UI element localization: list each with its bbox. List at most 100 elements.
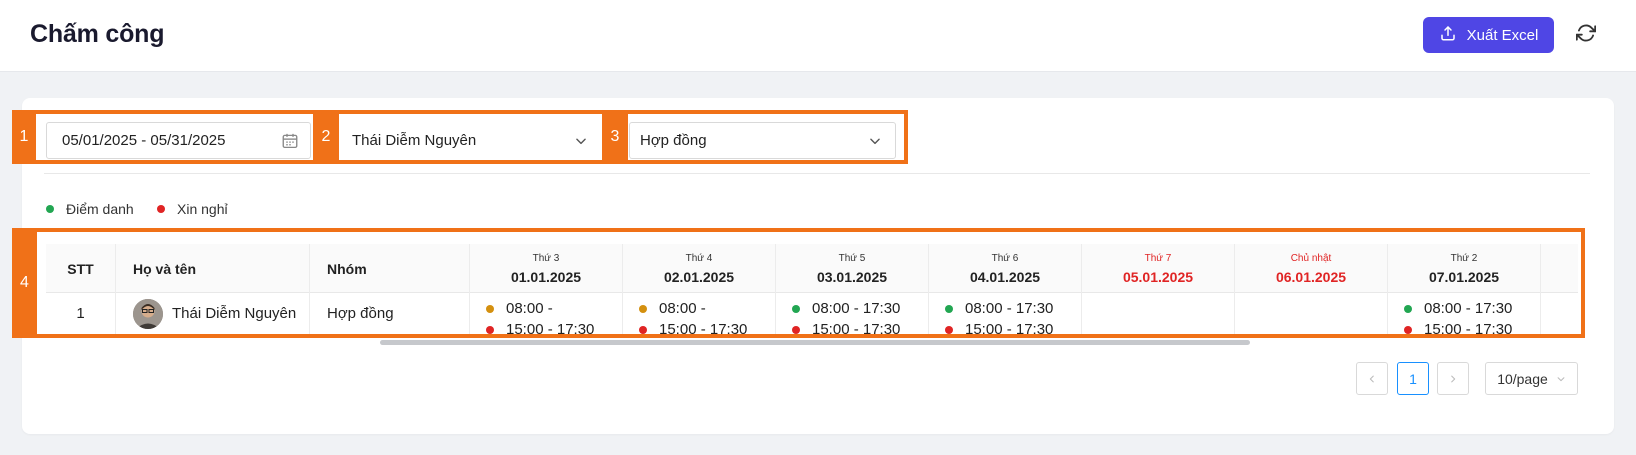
group-select[interactable]: Hợp đồng bbox=[629, 122, 896, 159]
date-label: 03.01.2025 bbox=[816, 268, 888, 285]
cell-day: 08:00 - 17:30 15:00 - 17:30 bbox=[929, 293, 1082, 334]
page-title: Chấm công bbox=[30, 20, 165, 48]
time-entry-text: 08:00 - bbox=[659, 300, 706, 317]
legend-label: Xin nghỉ bbox=[177, 201, 228, 217]
time-entry-text: 15:00 - 17:30 bbox=[965, 321, 1054, 334]
day-of-week-label: Thứ 3 bbox=[532, 252, 560, 264]
time-entry: 15:00 - 17:30 bbox=[1404, 319, 1540, 334]
cell-day bbox=[1082, 293, 1235, 334]
chevron-left-icon bbox=[1367, 371, 1377, 387]
column-header-day: Chủ nhật 06.01.2025 bbox=[1235, 244, 1388, 293]
time-entry: 08:00 - bbox=[639, 298, 775, 319]
date-label: 05.01.2025 bbox=[1122, 268, 1194, 285]
status-dot-icon bbox=[792, 304, 800, 313]
column-header-stt: STT bbox=[46, 244, 116, 293]
column-header-day: Thứ 4 02.01.2025 bbox=[623, 244, 776, 293]
status-dot-icon bbox=[1404, 325, 1412, 334]
column-header-day: Thứ 7 05.01.2025 bbox=[1082, 244, 1235, 293]
legend-item-attendance: Điểm danh bbox=[46, 201, 134, 217]
annotation-label-4: 4 bbox=[12, 228, 37, 338]
status-dot-icon bbox=[945, 304, 953, 313]
day-of-week-label: Chủ nhật bbox=[1290, 252, 1332, 264]
refresh-button[interactable] bbox=[1574, 23, 1598, 47]
page-size-select[interactable]: 10/page bbox=[1485, 362, 1578, 395]
column-header-day: Thứ 2 07.01.2025 bbox=[1388, 244, 1541, 293]
chevron-down-icon bbox=[1556, 371, 1566, 387]
legend-item-leave: Xin nghỉ bbox=[157, 201, 228, 217]
pagination-next-button[interactable] bbox=[1437, 362, 1469, 395]
cell-day: 08:00 - 15:00 - 17:30 bbox=[470, 293, 623, 334]
time-entry-text: 15:00 - 17:30 bbox=[506, 321, 595, 334]
cell-day bbox=[1235, 293, 1388, 334]
status-dot-icon bbox=[486, 325, 494, 334]
export-excel-label: Xuất Excel bbox=[1466, 26, 1539, 44]
table-header: STT Họ và tên Nhóm Thứ 3 01.01.2025 Thứ 4 0… bbox=[46, 244, 1578, 293]
time-entry: 15:00 - 17:30 bbox=[792, 319, 928, 334]
chevron-down-icon bbox=[855, 134, 895, 148]
column-header-day: Thứ 6 04.01.2025 bbox=[929, 244, 1082, 293]
time-entry-text: 08:00 - 17:30 bbox=[965, 300, 1054, 317]
column-header-group: Nhóm bbox=[310, 244, 470, 293]
green-dot-icon bbox=[46, 205, 54, 213]
time-entry: 15:00 - 17:30 bbox=[486, 319, 622, 334]
page-size-value: 10/page bbox=[1497, 370, 1548, 387]
date-label: 04.01.2025 bbox=[969, 268, 1041, 285]
date-label: 02.01.2025 bbox=[663, 268, 735, 285]
annotation-label-1: 1 bbox=[12, 110, 36, 164]
column-header-day: Thứ 5 03.01.2025 bbox=[776, 244, 929, 293]
time-entry-text: 08:00 - 17:30 bbox=[812, 300, 901, 317]
date-label: 06.01.2025 bbox=[1275, 268, 1347, 285]
chevron-down-icon bbox=[561, 134, 601, 148]
divider bbox=[44, 173, 1590, 174]
column-header-name: Họ và tên bbox=[116, 244, 310, 293]
day-of-week-label: Thứ 7 bbox=[1144, 252, 1172, 264]
time-entry-text: 15:00 - 17:30 bbox=[659, 321, 748, 334]
pagination-page-1[interactable]: 1 bbox=[1397, 362, 1429, 395]
date-range-value: 05/01/2025 - 05/31/2025 bbox=[62, 132, 226, 149]
annotation-label-3: 3 bbox=[602, 110, 628, 164]
date-range-picker[interactable]: 05/01/2025 - 05/31/2025 bbox=[46, 122, 311, 159]
employee-select[interactable]: Thái Diễm Nguyên bbox=[339, 122, 602, 159]
time-entry: 08:00 - bbox=[486, 298, 622, 319]
export-excel-button[interactable]: Xuất Excel bbox=[1423, 17, 1554, 53]
top-bar: Chấm công Xuất Excel bbox=[0, 0, 1636, 72]
refresh-icon bbox=[1575, 23, 1597, 48]
day-of-week-label: Thứ 5 bbox=[838, 252, 866, 264]
date-label: 07.01.2025 bbox=[1428, 268, 1500, 285]
cell-name: Thái Diễm Nguyên bbox=[116, 293, 310, 334]
upload-icon bbox=[1439, 24, 1457, 46]
cell-day: 08:00 - 17:30 15:00 - 17:30 bbox=[776, 293, 929, 334]
cell-day: 08:00 - 15:00 - 17:30 bbox=[623, 293, 776, 334]
date-label: 01.01.2025 bbox=[510, 268, 582, 285]
cell-group: Hợp đồng bbox=[310, 293, 470, 334]
status-dot-icon bbox=[639, 325, 647, 334]
cell-day: 08:00 - 17:30 15:00 - 17:30 bbox=[1388, 293, 1541, 334]
pagination-prev-button[interactable] bbox=[1356, 362, 1388, 395]
day-of-week-label: Thứ 2 bbox=[1450, 252, 1478, 264]
day-of-week-label: Thứ 4 bbox=[685, 252, 713, 264]
status-dot-icon bbox=[1404, 304, 1412, 313]
time-entry-text: 08:00 - 17:30 bbox=[1424, 300, 1513, 317]
column-header-day: Thứ 3 01.01.2025 bbox=[470, 244, 623, 293]
time-entry: 15:00 - 17:30 bbox=[639, 319, 775, 334]
group-select-value: Hợp đồng bbox=[640, 132, 707, 149]
time-entry-text: 15:00 - 17:30 bbox=[1424, 321, 1513, 334]
avatar bbox=[133, 298, 163, 329]
attendance-table: STT Họ và tên Nhóm Thứ 3 01.01.2025 Thứ 4 0… bbox=[46, 244, 1578, 334]
time-entry-text: 08:00 - bbox=[506, 300, 553, 317]
annotation-label-2: 2 bbox=[313, 110, 339, 164]
status-dot-icon bbox=[945, 325, 953, 334]
employee-select-value: Thái Diễm Nguyên bbox=[352, 132, 477, 149]
calendar-icon bbox=[270, 132, 310, 150]
red-dot-icon bbox=[157, 205, 165, 213]
time-entry: 08:00 - 17:30 bbox=[792, 298, 928, 319]
status-dot-icon bbox=[792, 325, 800, 334]
time-entry: 08:00 - 17:30 bbox=[1404, 298, 1540, 319]
status-dot-icon bbox=[639, 304, 647, 313]
day-of-week-label: Thứ 6 bbox=[991, 252, 1019, 264]
horizontal-scrollbar[interactable] bbox=[380, 340, 1250, 345]
status-dot-icon bbox=[486, 304, 494, 313]
legend-label: Điểm danh bbox=[66, 201, 134, 217]
time-entry: 08:00 - 17:30 bbox=[945, 298, 1081, 319]
time-entry: 15:00 - 17:30 bbox=[945, 319, 1081, 334]
